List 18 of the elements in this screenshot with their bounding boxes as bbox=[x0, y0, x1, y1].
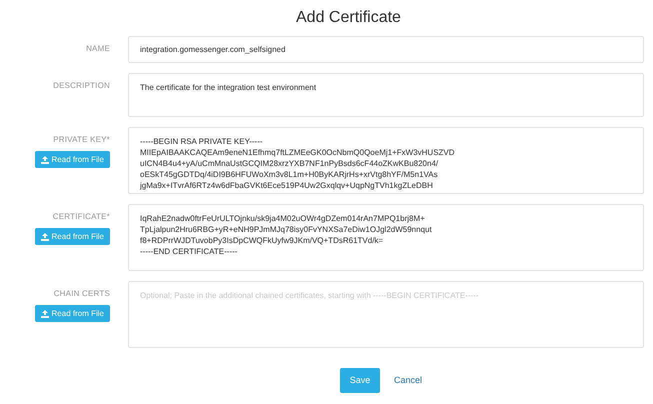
save-button[interactable]: Save bbox=[340, 368, 380, 393]
input-field[interactable]: integration.gomessenger.com_selfsigned bbox=[128, 36, 644, 63]
input-field[interactable]: -----BEGIN RSA PRIVATE KEY----- MIIEpAIBAAKCAQEAm9eneN1Efhmq7ftLZMEeGK0OcNbmQ0QoeMj1+FxW3vHUSZVD uICN4B4u4+yA/uCmMnaUstGCQIM28xrzYXB7NF1nPyBsds6cF44oZKwKBu820n4/ oESkT45gGDTDq/4iDI9B6HFUWoXm3v8L1m+H0ByKARjrHs+xrVtg8hYF/M5n1VAs jgMa9x+ITvrAf6RTz4w6dFbaGVKt6Ece519P4Uw2Gxqlqv+UqpNgTVh1kgZLeDBH bbox=[128, 127, 644, 194]
field-label: CERTIFICATE* bbox=[52, 211, 110, 223]
cancel-link[interactable]: Cancel bbox=[394, 374, 422, 388]
upload-icon bbox=[40, 232, 49, 240]
field-label: CHAIN CERTS bbox=[54, 288, 110, 300]
field-label: DESCRIPTION bbox=[53, 80, 110, 92]
read-from-file-button[interactable]: Read from File bbox=[34, 151, 110, 168]
read-from-file-button[interactable]: Read from File bbox=[34, 228, 110, 245]
field-label: PRIVATE KEY* bbox=[53, 134, 110, 146]
read-from-file-button[interactable]: Read from File bbox=[34, 305, 110, 322]
upload-icon bbox=[40, 156, 49, 164]
page-title: Add Certificate bbox=[296, 8, 401, 28]
input-field[interactable]: The certificate for the integration test environment bbox=[128, 73, 644, 117]
input-field[interactable]: IqRahE2nadw0ftrFeUrULTOjnku/sk9ja4M02uOWr4gDZem014rAn7MPQ1brj8M+ TpLjalpun2Hru6RBG+yR+eNH9PJmMJq78isy0FvYNXSa7eDiw1OJgl2dW59nnqut f8+RDPrrWJDTuvobPy3IsDpCWQFkUyfw9JKm/VQ+TDsR61TVd/k= -----END CERTIFICATE----- bbox=[128, 204, 644, 271]
field-label: NAME bbox=[86, 43, 110, 55]
upload-icon bbox=[40, 310, 49, 318]
